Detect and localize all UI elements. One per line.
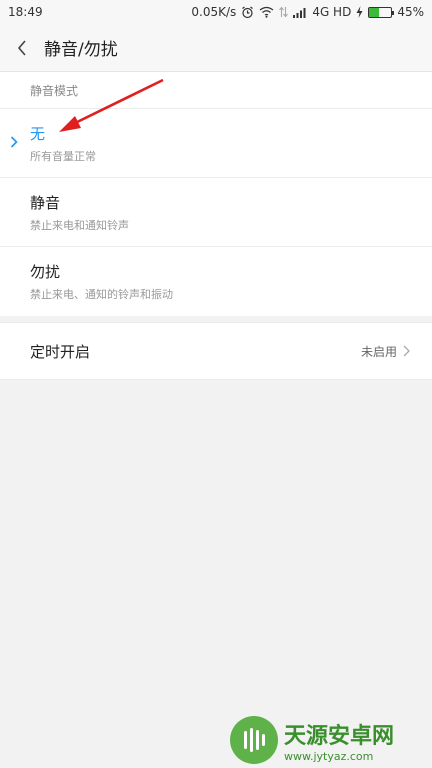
android-logo-icon [230,716,278,764]
mode-option-dnd[interactable]: 勿扰 禁止来电、通知的铃声和振动 [0,247,432,316]
alarm-icon [242,6,254,18]
mode-title: 静音 [30,193,61,212]
battery-icon [368,6,395,18]
watermark-url: www.jytyaz.com [284,749,374,763]
watermark-name: 天源安卓网 [284,723,395,749]
network-type: 4G HD [312,5,352,19]
battery-fill [369,7,380,17]
status-bar: 18:49 0.05K/s 4G HD 45% [0,0,432,24]
watermark: 天源安卓网 www.jytyaz.com [230,712,430,768]
mode-title: 勿扰 [30,263,61,281]
data-transfer-icon [279,6,289,18]
network-speed: 0.05K/s [191,5,237,19]
mode-subtitle: 所有音量正常 [30,149,96,163]
watermark-text: 天源安卓网 www.jytyaz.com [284,718,394,763]
schedule-value-group: 未启用 [361,343,410,360]
header-bar: 静音/勿扰 [0,24,432,72]
back-arrow-icon [17,39,26,56]
annotation-arrow-icon [59,78,164,132]
charging-icon [356,6,363,18]
mode-subtitle: 禁止来电和通知铃声 [30,218,129,232]
mode-option-silent[interactable]: 静音 禁止来电和通知铃声 [0,178,432,247]
schedule-label: 定时开启 [30,342,91,361]
status-icons: 0.05K/s 4G HD 45% [191,5,424,19]
wifi-icon [259,6,274,18]
page-title: 静音/勿扰 [44,40,118,60]
selected-chevron-icon [10,136,18,148]
chevron-right-icon [403,345,410,357]
battery-percent: 45% [397,5,424,19]
mode-subtitle: 禁止来电、通知的铃声和振动 [30,288,173,301]
schedule-status: 未启用 [360,344,397,359]
signal-icon [293,7,306,18]
status-time: 18:49 [8,5,43,19]
schedule-row[interactable]: 定时开启 未启用 [0,322,432,380]
back-button[interactable] [0,24,44,72]
